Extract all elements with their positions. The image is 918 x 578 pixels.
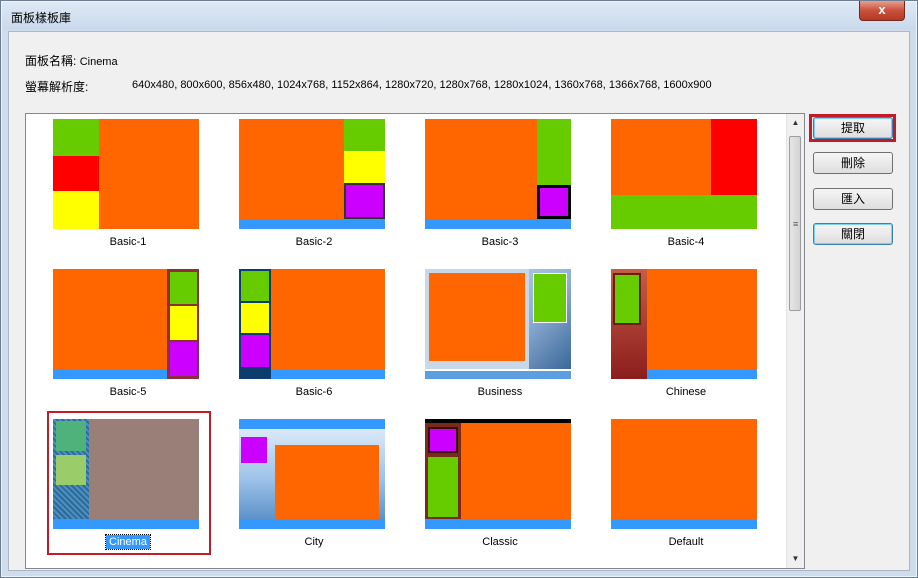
panel-name-value: Cinema: [79, 56, 118, 68]
template-thumbnail: [53, 119, 199, 229]
window-title: 面板樣板庫: [11, 11, 72, 25]
template-tile-basic-2[interactable]: Basic-2: [234, 119, 394, 259]
template-tile-basic-1[interactable]: Basic-1: [48, 119, 208, 259]
selection-highlight-frame: [47, 411, 211, 555]
scroll-down-arrow-icon[interactable]: ▼: [787, 550, 804, 567]
template-label: Basic-3: [481, 236, 519, 248]
resolution-label: 螢幕解析度:: [25, 80, 89, 94]
template-label: Basic-6: [295, 386, 333, 398]
template-tile-basic-5[interactable]: Basic-5: [48, 269, 208, 409]
template-grid: Basic-1 Basic-2 Basic-3 Basic-4 Basic-5 …: [26, 114, 788, 568]
template-tile-city[interactable]: City: [234, 419, 394, 559]
template-tile-business[interactable]: Business: [420, 269, 580, 409]
panel-template-library-window: 面板樣板庫 x 面板名稱: Cinema 螢幕解析度: 640x480, 800…: [0, 0, 918, 578]
template-thumbnail: [611, 269, 757, 379]
vertical-scrollbar[interactable]: ▲ ≡ ▼: [786, 114, 804, 568]
template-label: Classic: [482, 536, 518, 548]
template-tile-default[interactable]: Default: [606, 419, 766, 559]
import-button[interactable]: 匯入: [813, 188, 893, 210]
template-thumbnail: [425, 269, 571, 379]
template-label: City: [304, 536, 324, 548]
template-label: Default: [668, 536, 704, 548]
template-thumbnail: [425, 419, 571, 529]
template-thumbnail: [239, 269, 385, 379]
template-label: Basic-2: [295, 236, 333, 248]
template-label: Basic-5: [109, 386, 147, 398]
template-label: Business: [477, 386, 523, 398]
template-list[interactable]: Basic-1 Basic-2 Basic-3 Basic-4 Basic-5 …: [25, 113, 805, 569]
template-tile-basic-3[interactable]: Basic-3: [420, 119, 580, 259]
template-tile-basic-4[interactable]: Basic-4: [606, 119, 766, 259]
delete-button[interactable]: 刪除: [813, 152, 893, 174]
template-thumbnail: [53, 269, 199, 379]
template-thumbnail: [611, 419, 757, 529]
window-close-button[interactable]: x: [859, 1, 905, 21]
resolution-values: 640x480, 800x600, 856x480, 1024x768, 115…: [132, 79, 712, 91]
template-thumbnail: [425, 119, 571, 229]
template-thumbnail: [239, 419, 385, 529]
panel-name-row: 面板名稱: Cinema: [25, 52, 118, 69]
template-thumbnail: [611, 119, 757, 229]
template-tile-chinese[interactable]: Chinese: [606, 269, 766, 409]
panel-name-label: 面板名稱:: [25, 54, 77, 68]
template-tile-basic-6[interactable]: Basic-6: [234, 269, 394, 409]
extract-button-highlight: [809, 114, 896, 142]
scroll-up-arrow-icon[interactable]: ▲: [787, 114, 804, 131]
title-bar[interactable]: 面板樣板庫 x: [1, 1, 917, 31]
grip-icon: ≡: [793, 219, 799, 229]
template-label: Basic-1: [109, 236, 147, 248]
template-thumbnail: [239, 119, 385, 229]
scrollbar-thumb[interactable]: ≡: [789, 136, 801, 311]
template-label: Chinese: [665, 386, 707, 398]
template-label: Basic-4: [667, 236, 705, 248]
close-button[interactable]: 關閉: [813, 223, 893, 245]
template-tile-classic[interactable]: Classic: [420, 419, 580, 559]
